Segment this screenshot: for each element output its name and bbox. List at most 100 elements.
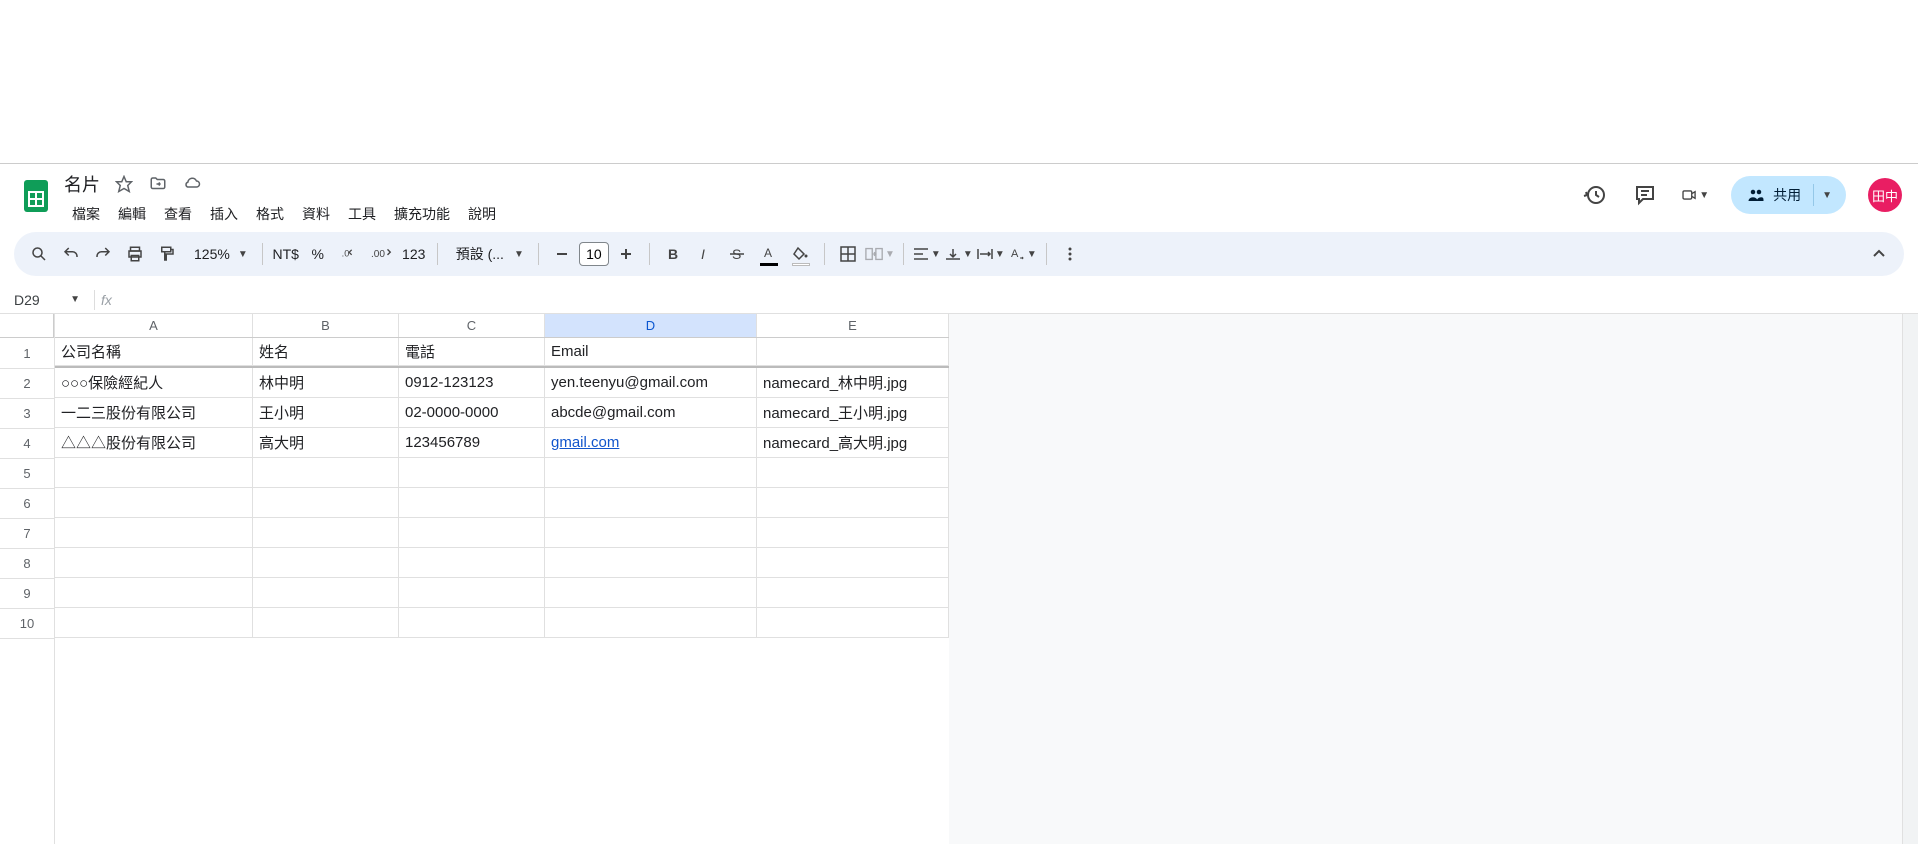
search-menus-icon[interactable] — [24, 239, 54, 269]
cell[interactable] — [757, 608, 949, 638]
cell[interactable]: 0912-123123 — [399, 368, 545, 398]
cell[interactable] — [399, 488, 545, 518]
cell[interactable] — [253, 488, 399, 518]
text-wrap-icon[interactable]: ▼ — [976, 239, 1006, 269]
vertical-scrollbar[interactable] — [1902, 314, 1918, 844]
increase-font-icon[interactable] — [611, 239, 641, 269]
row-header[interactable]: 9 — [0, 579, 54, 609]
paint-format-icon[interactable] — [152, 239, 182, 269]
cell[interactable]: gmail.com — [545, 428, 757, 458]
cell[interactable]: 高大明 — [253, 428, 399, 458]
horizontal-align-icon[interactable]: ▼ — [912, 239, 942, 269]
menu-view[interactable]: 查看 — [156, 200, 200, 228]
menu-edit[interactable]: 編輯 — [110, 200, 154, 228]
doc-title[interactable]: 名片 — [64, 171, 100, 197]
cell[interactable] — [253, 458, 399, 488]
cell[interactable]: 123456789 — [399, 428, 545, 458]
cell[interactable] — [757, 518, 949, 548]
row-header[interactable]: 4 — [0, 429, 54, 459]
menu-insert[interactable]: 插入 — [202, 200, 246, 228]
cell[interactable]: abcde@gmail.com — [545, 398, 757, 428]
cell[interactable]: namecard_高大明.jpg — [757, 428, 949, 458]
strikethrough-icon[interactable]: S — [722, 239, 752, 269]
comments-icon[interactable] — [1631, 181, 1659, 209]
history-icon[interactable] — [1581, 181, 1609, 209]
cell[interactable] — [545, 458, 757, 488]
cell[interactable]: Email — [545, 338, 757, 366]
meet-button[interactable]: ▼ — [1681, 181, 1709, 209]
avatar[interactable]: 田中 — [1868, 178, 1902, 212]
cell[interactable]: 姓名 — [253, 338, 399, 366]
menu-tools[interactable]: 工具 — [340, 200, 384, 228]
share-button[interactable]: 共用 ▼ — [1731, 176, 1846, 214]
row-header[interactable]: 5 — [0, 459, 54, 489]
cell[interactable] — [757, 458, 949, 488]
cloud-status-icon[interactable] — [182, 174, 202, 194]
currency-button[interactable]: NT$ — [271, 239, 301, 269]
cell[interactable] — [55, 548, 253, 578]
more-formats-button[interactable]: 123 — [399, 239, 429, 269]
cell[interactable] — [757, 548, 949, 578]
row-header[interactable]: 2 — [0, 369, 54, 399]
column-header[interactable]: A — [55, 314, 253, 337]
row-header[interactable]: 10 — [0, 609, 54, 639]
cell[interactable] — [757, 488, 949, 518]
cell[interactable] — [545, 578, 757, 608]
cell[interactable] — [253, 608, 399, 638]
cell[interactable] — [253, 518, 399, 548]
cell[interactable]: 一二三股份有限公司 — [55, 398, 253, 428]
cell[interactable] — [253, 548, 399, 578]
cell[interactable]: △△△股份有限公司 — [55, 428, 253, 458]
decrease-font-icon[interactable] — [547, 239, 577, 269]
menu-format[interactable]: 格式 — [248, 200, 292, 228]
italic-icon[interactable]: I — [690, 239, 720, 269]
merge-cells-icon[interactable]: ▼ — [865, 239, 895, 269]
text-color-icon[interactable]: A — [754, 239, 784, 269]
fill-color-icon[interactable] — [786, 239, 816, 269]
row-header[interactable]: 7 — [0, 519, 54, 549]
cell[interactable] — [399, 518, 545, 548]
row-header[interactable]: 1 — [0, 338, 54, 369]
menu-help[interactable]: 說明 — [460, 200, 504, 228]
bold-icon[interactable]: B — [658, 239, 688, 269]
cell[interactable] — [253, 578, 399, 608]
more-toolbar-icon[interactable] — [1055, 239, 1085, 269]
font-size-input[interactable] — [579, 242, 609, 266]
cell-link[interactable]: gmail.com — [551, 434, 619, 451]
redo-icon[interactable] — [88, 239, 118, 269]
star-icon[interactable] — [114, 174, 134, 194]
select-all-corner[interactable] — [0, 314, 54, 338]
borders-icon[interactable] — [833, 239, 863, 269]
cell[interactable] — [399, 608, 545, 638]
increase-decimal-icon[interactable]: .00 — [367, 239, 397, 269]
sheets-logo-icon[interactable] — [16, 176, 56, 216]
cell[interactable]: 電話 — [399, 338, 545, 366]
row-header[interactable]: 8 — [0, 549, 54, 579]
formula-input[interactable] — [120, 290, 1918, 310]
move-to-folder-icon[interactable] — [148, 174, 168, 194]
menu-file[interactable]: 檔案 — [64, 200, 108, 228]
cell[interactable] — [55, 458, 253, 488]
cell[interactable] — [399, 458, 545, 488]
chevron-down-icon[interactable]: ▼ — [1822, 190, 1832, 201]
cell[interactable]: 02-0000-0000 — [399, 398, 545, 428]
cell[interactable] — [545, 488, 757, 518]
text-rotation-icon[interactable]: A▼ — [1008, 239, 1038, 269]
cell[interactable] — [55, 608, 253, 638]
cell[interactable]: 林中明 — [253, 368, 399, 398]
decrease-decimal-icon[interactable]: .0 — [335, 239, 365, 269]
column-header[interactable]: E — [757, 314, 949, 337]
collapse-toolbar-icon[interactable] — [1864, 239, 1894, 269]
cell[interactable]: yen.teenyu@gmail.com — [545, 368, 757, 398]
name-box[interactable]: D29 ▼ — [0, 292, 88, 308]
cell[interactable] — [545, 608, 757, 638]
menu-data[interactable]: 資料 — [294, 200, 338, 228]
cell[interactable]: namecard_林中明.jpg — [757, 368, 949, 398]
cell[interactable] — [55, 578, 253, 608]
cell[interactable]: 公司名稱 — [55, 338, 253, 366]
row-header[interactable]: 6 — [0, 489, 54, 519]
undo-icon[interactable] — [56, 239, 86, 269]
print-icon[interactable] — [120, 239, 150, 269]
vertical-align-icon[interactable]: ▼ — [944, 239, 974, 269]
cell[interactable] — [757, 578, 949, 608]
